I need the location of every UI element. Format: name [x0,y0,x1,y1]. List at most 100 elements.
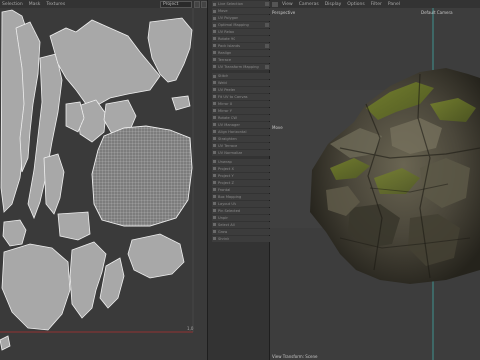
viewport-menu-display[interactable]: Display [325,2,342,7]
command-icon [213,74,216,78]
viewport-menu-view[interactable]: View [282,2,293,7]
command-label: Optimal Mapping [218,23,249,27]
command-label: UV Terrace [218,143,238,148]
command-icon [213,144,216,148]
command-options-icon[interactable] [265,2,269,6]
command-button[interactable]: Stitch [212,72,270,80]
command-button[interactable]: Frontal [212,186,270,193]
command-button[interactable]: UV Polygon [212,14,270,22]
uv-island [171,95,191,111]
command-icon [213,167,216,171]
command-label: Stitch [218,74,229,78]
command-button[interactable]: Select All [212,221,270,228]
command-button[interactable]: Move [212,7,270,15]
uv-toolbar-button-a[interactable] [194,0,200,8]
command-icon [213,88,216,92]
command-label: Move [218,9,228,14]
command-options-icon[interactable] [265,43,269,48]
command-button[interactable]: Realign [212,49,270,56]
command-button[interactable]: Pack Islands [212,42,270,49]
command-icon [213,209,216,213]
command-label: Project Z [218,180,234,185]
command-label: Project X [218,166,234,171]
command-button[interactable]: Terrace [212,56,270,63]
command-icon [213,195,216,199]
command-label: Live Selection [218,2,244,7]
command-button[interactable]: Rotate 90 [212,35,270,43]
command-label: UV Manager [218,122,240,127]
command-button[interactable]: Mirror Y [212,107,270,114]
command-label: Fit UV to Canvas [218,94,248,99]
command-button[interactable]: Align Horizontal [212,128,270,135]
uv-menu-item-selection[interactable]: Selection [2,2,23,7]
command-icon [213,230,216,234]
command-icon [213,202,216,206]
command-icon [213,44,216,48]
uv-menu-item-mask[interactable]: Mask [29,2,41,7]
viewport-icon[interactable] [272,1,278,7]
command-icon [213,174,216,178]
uv-canvas[interactable]: 1,0 [0,8,207,360]
uv-island [127,233,185,279]
command-label: UV Polygon [218,16,239,21]
viewport-canvas[interactable]: Perspective Default Camera Move View Tra… [270,8,480,360]
command-button[interactable]: Pin Selected [212,207,270,214]
command-label: Rotate CW [218,115,237,120]
uv-project-select[interactable]: Project [160,0,192,8]
command-label: Weld [218,80,227,85]
viewport-menu-options[interactable]: Options [347,2,364,7]
command-button[interactable]: Rotate CW [212,114,270,121]
command-icon [213,51,216,55]
command-button[interactable]: Optimal Mapping [212,21,270,29]
command-options-icon[interactable] [265,22,269,27]
command-label: UV Transform Mapping [218,64,259,69]
uv-command-list: Live Selection Move UV Polygon Optimal Mapp… [212,1,270,243]
command-button[interactable]: Shrink [212,235,270,242]
command-icon [213,216,216,220]
command-button[interactable]: Live Selection [212,1,270,8]
uv-command-panel: Live Selection Move UV Polygon Optimal Mapp… [207,0,270,360]
command-button[interactable]: Fit UV to Canvas [212,93,270,100]
command-button[interactable]: Straighten [212,135,270,142]
command-label: Frontal [218,187,231,192]
command-button[interactable]: Project Y [212,172,270,179]
viewport-panel[interactable]: View Cameras Display Options Filter Pane… [270,0,480,360]
command-button[interactable]: Box Mapping [212,193,270,200]
command-button[interactable]: UV Manager [212,121,270,128]
command-icon [213,223,216,227]
command-button[interactable]: Weld [212,79,270,87]
command-icon [213,9,216,13]
command-button[interactable]: UV Terrace [212,142,270,149]
command-icon [213,137,216,141]
command-icon [213,123,216,127]
command-button[interactable]: Unpin [212,214,270,221]
uv-island [2,219,27,247]
viewport-menu-cameras[interactable]: Cameras [299,2,319,7]
uv-menu-item-textures[interactable]: Textures [46,2,65,7]
command-button[interactable]: Layout UV [212,200,270,207]
command-button[interactable]: UV Relax [212,28,270,36]
viewport-menu-panel[interactable]: Panel [388,2,400,7]
command-label: Project Y [218,173,234,178]
command-label: Mirror X [218,101,233,106]
command-icon [213,188,216,192]
command-label: Grow [218,229,228,234]
command-options-icon[interactable] [265,64,269,69]
uv-island [49,19,161,107]
command-label: Select All [218,222,235,227]
command-button[interactable]: Project X [212,165,270,172]
command-button[interactable]: UV Normalize [212,149,270,156]
command-label: UV Normalize [218,150,243,155]
command-button[interactable]: Unwrap [212,158,270,165]
command-button[interactable]: UV Transform Mapping [212,63,270,70]
command-button[interactable]: Project Z [212,179,270,186]
command-button[interactable]: Mirror X [212,100,270,107]
command-button[interactable]: UV Peeler [212,86,270,94]
command-button[interactable]: Grow [212,228,270,235]
viewport-menu-filter[interactable]: Filter [371,2,382,7]
command-icon [213,95,216,99]
command-label: Realign [218,50,232,55]
command-label: Align Horizontal [218,129,247,134]
command-icon [213,102,216,106]
uv-editor-panel[interactable]: Selection Mask Textures Project 1,0 [0,0,207,360]
